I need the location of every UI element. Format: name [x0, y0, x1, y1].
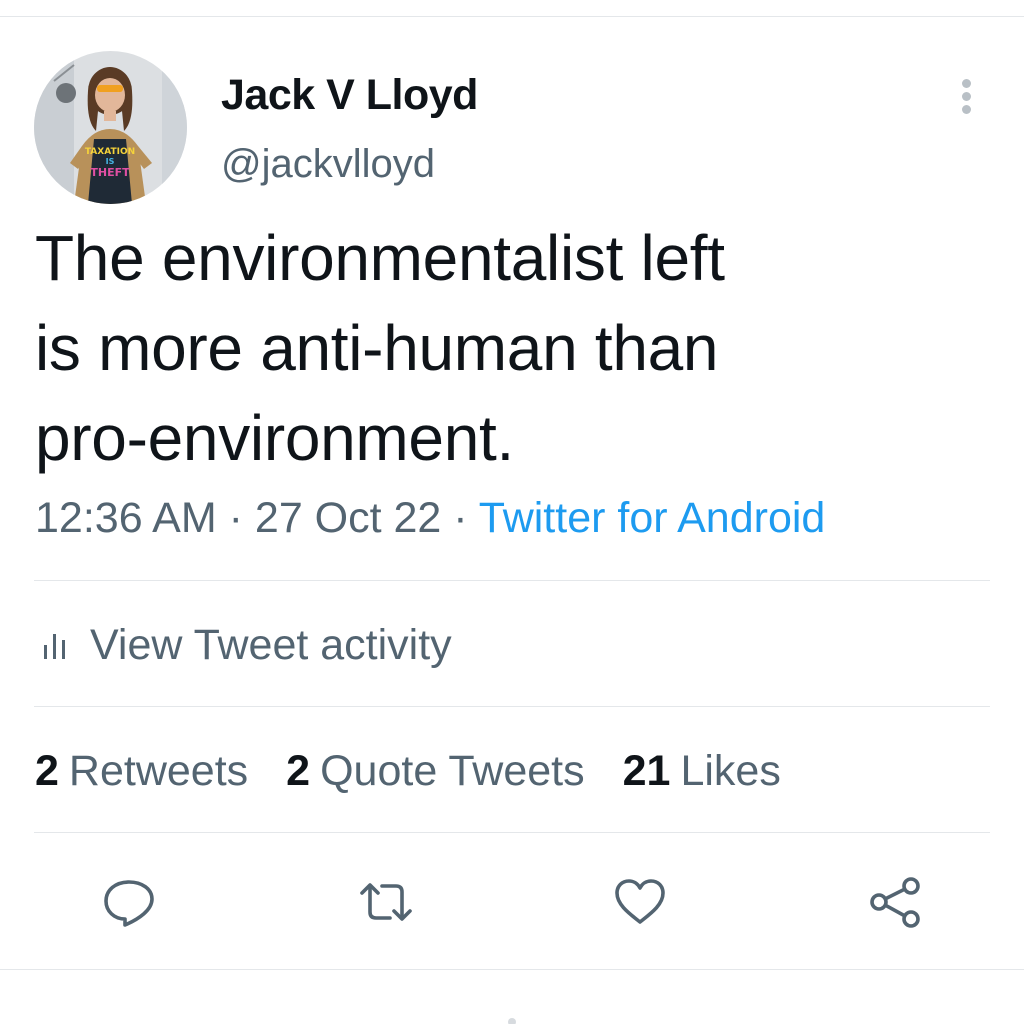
more-options-button[interactable]	[946, 74, 988, 118]
retweets-stat[interactable]: 2 Retweets	[35, 747, 248, 796]
retweet-button[interactable]	[358, 874, 414, 930]
tweet-detail: TAXATION IS THEFT Jack V Lloyd @jackvllo…	[0, 0, 1024, 1024]
tweet-time[interactable]: 12:36 AM	[35, 494, 217, 542]
tweet-text-line: is more anti-human than	[35, 312, 719, 384]
avatar-shirt-text-2: IS	[106, 157, 115, 166]
avatar-shirt-text-3: THEFT	[90, 166, 130, 179]
retweets-label: Retweets	[68, 746, 249, 795]
tweet-text: The environmentalist left is more anti-h…	[35, 213, 855, 483]
tweet-date[interactable]: 27 Oct 22	[255, 494, 441, 542]
share-button[interactable]	[867, 874, 923, 930]
likes-label: Likes	[680, 746, 781, 795]
quote-tweets-count: 2	[286, 746, 311, 795]
divider	[34, 706, 990, 707]
tweet-meta: 12:36 AM · 27 Oct 22 · Twitter for Andro…	[35, 491, 825, 545]
divider	[34, 580, 990, 581]
author-display-name[interactable]: Jack V Lloyd	[221, 70, 478, 120]
engagement-stats: 2 Retweets 2 Quote Tweets 21 Likes	[35, 743, 819, 799]
divider	[34, 832, 990, 833]
tweet-text-line: pro-environment.	[35, 402, 514, 474]
like-icon	[615, 879, 665, 924]
meta-separator: ·	[441, 494, 479, 542]
view-tweet-activity-label: View Tweet activity	[90, 620, 452, 669]
reply-icon	[104, 880, 154, 927]
avatar-shirt-text-1: TAXATION	[85, 147, 135, 157]
scroll-indicator-dot	[508, 1018, 516, 1024]
likes-count: 21	[622, 746, 671, 795]
like-button[interactable]	[612, 874, 668, 930]
tweet-text-line: The environmentalist left	[35, 222, 725, 294]
tweet-source-link[interactable]: Twitter for Android	[479, 494, 826, 542]
more-dot-icon	[962, 105, 971, 114]
top-divider	[0, 16, 1024, 17]
bottom-divider	[0, 969, 1024, 970]
meta-separator: ·	[216, 494, 255, 542]
quote-tweets-stat[interactable]: 2 Quote Tweets	[286, 747, 584, 796]
bar-chart-icon	[44, 634, 65, 659]
likes-stat[interactable]: 21 Likes	[623, 747, 781, 796]
quote-tweets-label: Quote Tweets	[320, 746, 585, 795]
view-tweet-activity-button[interactable]: View Tweet activity	[40, 617, 452, 673]
retweet-icon	[360, 883, 412, 921]
author-handle[interactable]: @jackvlloyd	[221, 141, 435, 187]
share-icon	[870, 877, 920, 928]
more-dot-icon	[962, 79, 971, 88]
more-dot-icon	[962, 92, 971, 101]
retweets-count: 2	[35, 746, 59, 795]
reply-button[interactable]	[101, 874, 157, 930]
avatar[interactable]: TAXATION IS THEFT	[34, 51, 187, 204]
